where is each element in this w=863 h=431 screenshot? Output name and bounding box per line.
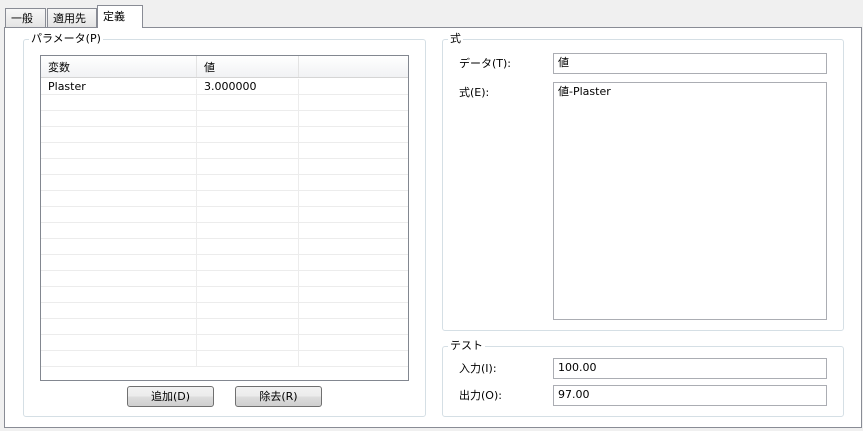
- table-row[interactable]: [41, 319, 408, 335]
- input-field[interactable]: 100.00: [553, 358, 827, 379]
- cell-value[interactable]: [197, 159, 299, 174]
- remove-button[interactable]: 除去(R): [235, 386, 322, 407]
- cell-variable[interactable]: Plaster: [41, 79, 197, 94]
- cell-value[interactable]: 3.000000: [197, 79, 299, 94]
- cell-value[interactable]: [197, 95, 299, 110]
- cell-variable[interactable]: [41, 175, 197, 190]
- cell-variable[interactable]: [41, 95, 197, 110]
- data-label: データ(T):: [459, 57, 512, 70]
- data-field[interactable]: 値: [553, 53, 827, 74]
- cell-variable[interactable]: [41, 255, 197, 270]
- cell-extra[interactable]: [299, 287, 408, 302]
- cell-value[interactable]: [197, 303, 299, 318]
- table-row[interactable]: [41, 127, 408, 143]
- table-row[interactable]: [41, 239, 408, 255]
- parameters-group-label: パラメータ(P): [29, 32, 103, 46]
- output-field[interactable]: 97.00: [553, 385, 827, 406]
- cell-extra[interactable]: [299, 79, 408, 94]
- cell-value[interactable]: [197, 175, 299, 190]
- cell-extra[interactable]: [299, 239, 408, 254]
- column-header-value[interactable]: 値: [197, 56, 299, 77]
- cell-extra[interactable]: [299, 303, 408, 318]
- table-row[interactable]: [41, 111, 408, 127]
- table-row[interactable]: [41, 303, 408, 319]
- add-button[interactable]: 追加(D): [127, 386, 214, 407]
- formula-group-label: 式: [448, 32, 463, 46]
- cell-extra[interactable]: [299, 127, 408, 142]
- tab-general[interactable]: 一般: [5, 8, 46, 27]
- cell-variable[interactable]: [41, 319, 197, 334]
- tab-apply-to[interactable]: 適用先: [47, 8, 97, 27]
- cell-variable[interactable]: [41, 127, 197, 142]
- table-row[interactable]: [41, 175, 408, 191]
- cell-variable[interactable]: [41, 287, 197, 302]
- cell-value[interactable]: [197, 255, 299, 270]
- table-row[interactable]: [41, 95, 408, 111]
- table-row[interactable]: [41, 351, 408, 367]
- cell-value[interactable]: [197, 287, 299, 302]
- cell-extra[interactable]: [299, 191, 408, 206]
- cell-value[interactable]: [197, 111, 299, 126]
- cell-variable[interactable]: [41, 239, 197, 254]
- table-row[interactable]: [41, 223, 408, 239]
- cell-extra[interactable]: [299, 95, 408, 110]
- expression-field[interactable]: 値-Plaster: [553, 82, 827, 320]
- cell-extra[interactable]: [299, 335, 408, 350]
- cell-extra[interactable]: [299, 159, 408, 174]
- input-label: 入力(I):: [459, 362, 497, 375]
- output-label: 出力(O):: [459, 389, 502, 402]
- cell-variable[interactable]: [41, 303, 197, 318]
- expression-label: 式(E):: [459, 86, 490, 99]
- table-row[interactable]: [41, 335, 408, 351]
- cell-variable[interactable]: [41, 351, 197, 366]
- cell-variable[interactable]: [41, 223, 197, 238]
- cell-value[interactable]: [197, 271, 299, 286]
- cell-variable[interactable]: [41, 143, 197, 158]
- cell-extra[interactable]: [299, 175, 408, 190]
- cell-value[interactable]: [197, 223, 299, 238]
- cell-value[interactable]: [197, 207, 299, 222]
- cell-value[interactable]: [197, 143, 299, 158]
- test-group-label: テスト: [448, 339, 485, 353]
- cell-value[interactable]: [197, 335, 299, 350]
- table-row[interactable]: [41, 255, 408, 271]
- cell-variable[interactable]: [41, 159, 197, 174]
- cell-value[interactable]: [197, 319, 299, 334]
- cell-value[interactable]: [197, 191, 299, 206]
- table-header: 変数 値: [41, 56, 408, 78]
- table-row[interactable]: [41, 159, 408, 175]
- table-row[interactable]: [41, 143, 408, 159]
- cell-extra[interactable]: [299, 351, 408, 366]
- parameters-table[interactable]: 変数 値 Plaster 3.000000: [40, 55, 409, 381]
- cell-variable[interactable]: [41, 207, 197, 222]
- table-row[interactable]: [41, 207, 408, 223]
- cell-value[interactable]: [197, 127, 299, 142]
- tab-definition[interactable]: 定義: [97, 5, 143, 28]
- cell-variable[interactable]: [41, 111, 197, 126]
- cell-extra[interactable]: [299, 255, 408, 270]
- cell-extra[interactable]: [299, 111, 408, 126]
- cell-variable[interactable]: [41, 271, 197, 286]
- cell-extra[interactable]: [299, 271, 408, 286]
- column-header-extra[interactable]: [299, 56, 408, 77]
- table-row[interactable]: [41, 271, 408, 287]
- table-row[interactable]: [41, 287, 408, 303]
- cell-variable[interactable]: [41, 335, 197, 350]
- cell-extra[interactable]: [299, 207, 408, 222]
- cell-value[interactable]: [197, 351, 299, 366]
- test-group: テスト: [442, 339, 844, 417]
- cell-extra[interactable]: [299, 223, 408, 238]
- table-row[interactable]: Plaster 3.000000: [41, 79, 408, 95]
- cell-variable[interactable]: [41, 191, 197, 206]
- cell-value[interactable]: [197, 239, 299, 254]
- cell-extra[interactable]: [299, 319, 408, 334]
- cell-extra[interactable]: [299, 143, 408, 158]
- table-row[interactable]: [41, 191, 408, 207]
- column-header-variable[interactable]: 変数: [41, 56, 197, 77]
